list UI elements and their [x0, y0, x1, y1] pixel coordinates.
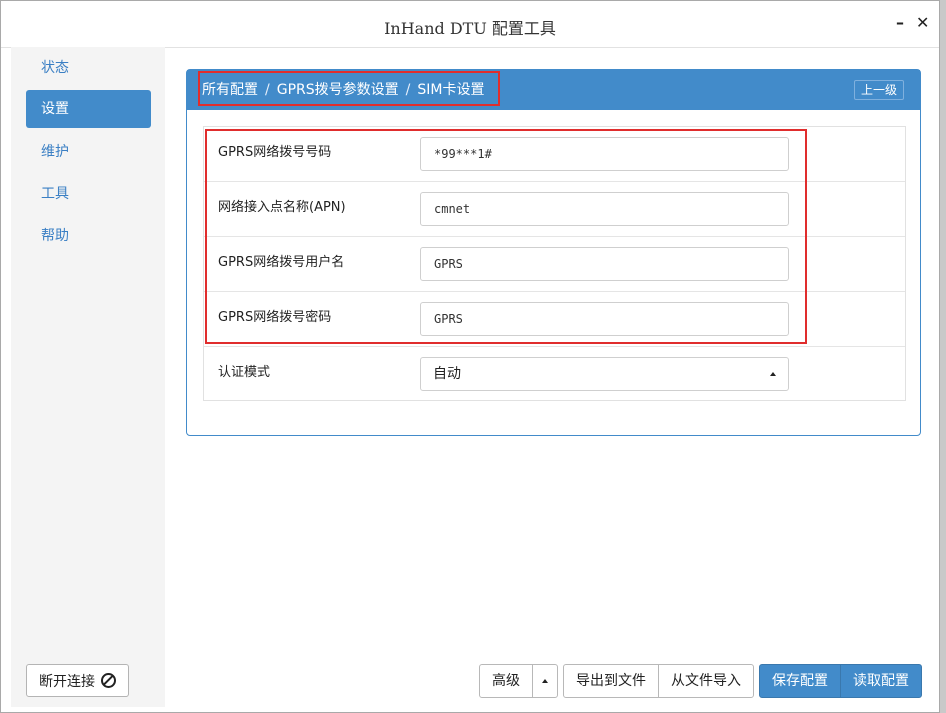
- breadcrumb-separator: /: [405, 82, 411, 98]
- window-title: InHand DTU 配置工具: [384, 19, 556, 38]
- sidebar-item-maintenance[interactable]: 维护: [26, 133, 151, 171]
- breadcrumb-all-config[interactable]: 所有配置: [202, 82, 258, 98]
- advanced-button[interactable]: 高级: [479, 664, 533, 698]
- save-config-button[interactable]: 保存配置: [759, 664, 841, 698]
- form-row-apn: 网络接入点名称(APN): [204, 182, 905, 237]
- import-from-file-button[interactable]: 从文件导入: [658, 664, 754, 698]
- sidebar-item-help[interactable]: 帮助: [26, 217, 151, 255]
- dial-number-label: GPRS网络拨号号码: [218, 145, 332, 160]
- back-button[interactable]: 上一级: [854, 80, 904, 100]
- settings-panel: 所有配置 / GPRS拨号参数设置 / SIM卡设置 上一级 GPRS网络拨号号码 网络…: [186, 69, 921, 436]
- breadcrumb-separator: /: [265, 82, 270, 98]
- sidebar-item-tools[interactable]: 工具: [26, 175, 151, 213]
- form-row-password: GPRS网络拨号密码: [204, 292, 905, 347]
- disconnect-label: 断开连接: [39, 673, 95, 690]
- close-button[interactable]: ✕: [916, 13, 929, 32]
- app-window: InHand DTU 配置工具 – ✕ 状态 设置 维护 工具 帮助 断开连接 …: [0, 0, 940, 713]
- username-label: GPRS网络拨号用户名: [218, 255, 345, 270]
- caret-up-icon: [770, 372, 776, 376]
- apn-label: 网络接入点名称(APN): [218, 200, 346, 215]
- title-bar: InHand DTU 配置工具 – ✕: [1, 1, 939, 48]
- export-to-file-button[interactable]: 导出到文件: [563, 664, 659, 698]
- disconnect-button[interactable]: 断开连接: [26, 664, 129, 697]
- auth-mode-select[interactable]: 自动: [420, 357, 789, 391]
- ban-icon: [101, 673, 116, 688]
- breadcrumb: 所有配置 / GPRS拨号参数设置 / SIM卡设置: [202, 70, 484, 110]
- sidebar-item-settings[interactable]: 设置: [26, 90, 151, 128]
- sidebar: 状态 设置 维护 工具 帮助: [11, 47, 165, 707]
- password-input[interactable]: [420, 302, 789, 336]
- form-row-auth-mode: 认证模式 自动: [204, 347, 905, 402]
- breadcrumb-sim-settings: SIM卡设置: [417, 82, 485, 98]
- sim-settings-form: GPRS网络拨号号码 网络接入点名称(APN) GPRS网络拨号用户名 GPRS…: [203, 126, 906, 401]
- minimize-button[interactable]: –: [896, 13, 904, 32]
- sidebar-item-status[interactable]: 状态: [26, 49, 151, 87]
- dial-number-input[interactable]: [420, 137, 789, 171]
- auth-mode-value: 自动: [433, 366, 461, 382]
- username-input[interactable]: [420, 247, 789, 281]
- form-row-username: GPRS网络拨号用户名: [204, 237, 905, 292]
- caret-up-icon: [542, 679, 548, 683]
- auth-mode-label: 认证模式: [218, 365, 271, 380]
- password-label: GPRS网络拨号密码: [218, 310, 332, 325]
- panel-header: 所有配置 / GPRS拨号参数设置 / SIM卡设置 上一级: [187, 70, 920, 110]
- apn-input[interactable]: [420, 192, 789, 226]
- advanced-dropdown-button[interactable]: [532, 664, 558, 698]
- form-row-dial-number: GPRS网络拨号号码: [204, 127, 905, 182]
- breadcrumb-gprs-dial[interactable]: GPRS拨号参数设置: [277, 82, 399, 98]
- read-config-button[interactable]: 读取配置: [840, 664, 922, 698]
